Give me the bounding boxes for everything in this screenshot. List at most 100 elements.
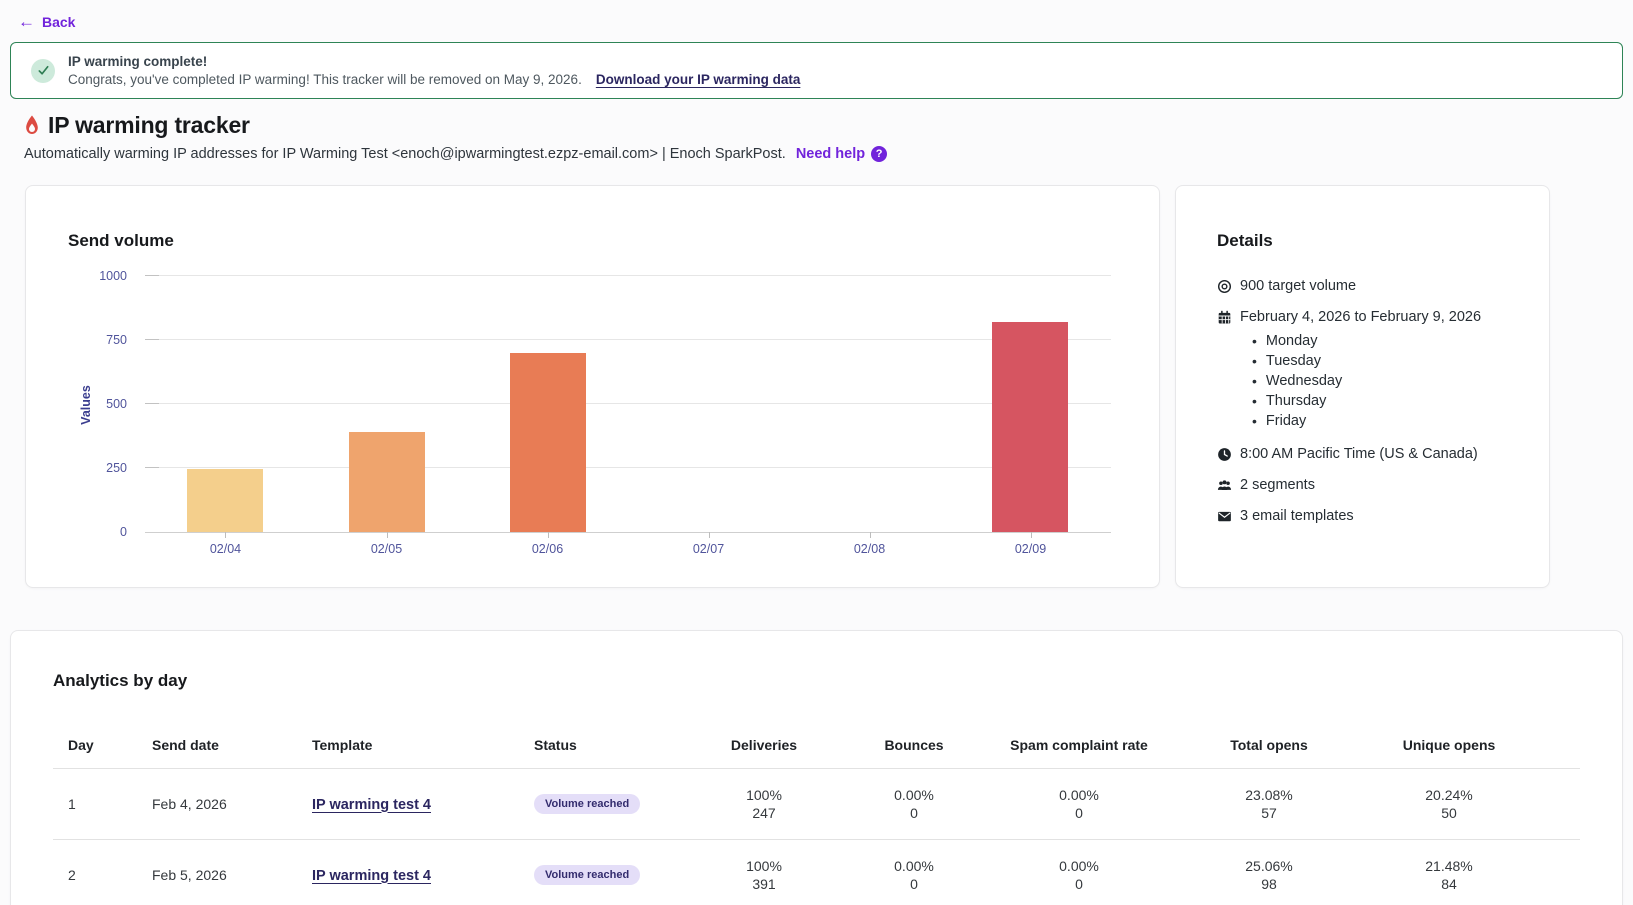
x-axis-tick [1031, 532, 1032, 538]
template-link[interactable]: IP warming test 4 [312, 797, 431, 813]
details-sublist-item: •Thursday [1240, 391, 1481, 411]
bullet-icon: • [1252, 351, 1257, 371]
metric-cell: 23.08%57 [1174, 786, 1364, 822]
details-item: 900 target volume [1217, 278, 1521, 294]
column-header: Total opens [1174, 737, 1364, 753]
back-arrow-icon: ← [18, 13, 35, 30]
need-help-link[interactable]: Need help [796, 146, 865, 162]
column-header: Bounces [844, 737, 984, 753]
details-sublist-item: • Tuesday [1240, 351, 1481, 371]
x-tick-label: 02/09 [999, 542, 1063, 556]
x-tick-label: 02/07 [677, 542, 741, 556]
help-question-icon[interactable]: ? [871, 146, 887, 162]
metric-cell: 20.24%50 [1364, 786, 1534, 822]
column-header: Template [312, 737, 534, 753]
bullet-icon: • [1252, 391, 1257, 411]
x-axis-tick [548, 532, 549, 538]
chart-plot: Values 0250500750100002/0402/0502/0602/0… [145, 277, 1111, 533]
metric-percent: 0.00% [844, 857, 984, 875]
metric-percent: 0.00% [984, 857, 1174, 875]
metric-count: 98 [1174, 875, 1364, 893]
clock-icon [1217, 447, 1232, 462]
y-tick-label: 250 [83, 461, 127, 475]
bullet-icon: • [1252, 331, 1257, 351]
download-data-link[interactable]: Download your IP warming data [596, 72, 801, 87]
metric-cell: 0.00%0 [844, 786, 984, 822]
metric-cell: 0.00%0 [984, 786, 1174, 822]
column-header: Day [68, 737, 152, 753]
back-link[interactable]: ← Back [18, 13, 75, 30]
metric-percent: 0.00% [984, 786, 1174, 804]
metric-count: 0 [984, 875, 1174, 893]
metric-cell: 0.00%0 [844, 857, 984, 893]
metric-cell: 100%247 [684, 786, 844, 822]
chart-gridline [145, 403, 1111, 404]
x-tick-label: 02/05 [355, 542, 419, 556]
column-header: Deliveries [684, 737, 844, 753]
analytics-title: Analytics by day [11, 631, 1622, 691]
y-tick-label: 1000 [83, 269, 127, 283]
send-volume-card: Send volume Values 0250500750100002/0402… [25, 185, 1160, 588]
metric-percent: 0.00% [844, 786, 984, 804]
details-item-label: February 4, 2026 to February 9, 2026 [1240, 309, 1481, 325]
x-axis-tick [870, 532, 871, 538]
details-sublist-item: •Wednesday [1240, 371, 1481, 391]
metric-count: 0 [844, 875, 984, 893]
table-header-row: DaySend dateTemplateStatusDeliveriesBoun… [53, 737, 1580, 769]
back-label: Back [42, 14, 75, 30]
banner-text: IP warming complete! Congrats, you've co… [68, 54, 800, 87]
template-link[interactable]: IP warming test 4 [312, 868, 431, 884]
day-cell: 1 [68, 796, 152, 812]
banner-title: IP warming complete! [68, 54, 800, 69]
x-axis-tick [709, 532, 710, 538]
details-title: Details [1176, 186, 1549, 251]
metric-percent: 25.06% [1174, 857, 1364, 875]
details-item-text: February 4, 2026 to February 9, 2026 • Mon… [1240, 309, 1481, 431]
metric-count: 84 [1364, 875, 1534, 893]
details-item-label: 2 segments [1240, 477, 1315, 493]
template-cell: IP warming test 4 [312, 796, 534, 813]
details-card: Details 900 target volume February 4, 202… [1175, 185, 1550, 588]
template-cell: IP warming test 4 [312, 867, 534, 884]
metric-cell: 100%391 [684, 857, 844, 893]
details-item-label: 8:00 AM Pacific Time (US & Canada) [1240, 446, 1478, 462]
status-cell: Volume reached [534, 794, 684, 814]
status-badge: Volume reached [534, 865, 640, 885]
metric-count: 57 [1174, 804, 1364, 822]
analytics-card: Analytics by day DaySend dateTemplateSta… [10, 630, 1623, 905]
send-date-cell: Feb 5, 2026 [152, 867, 312, 883]
success-banner: IP warming complete! Congrats, you've co… [10, 42, 1623, 99]
details-sublist-label: Monday [1266, 331, 1318, 351]
y-tick-label: 750 [83, 333, 127, 347]
status-cell: Volume reached [534, 865, 684, 885]
y-tick-label: 0 [83, 525, 127, 539]
chart-title: Send volume [26, 186, 1159, 251]
table-row: 2Feb 5, 2026IP warming test 4Volume reac… [53, 840, 1580, 905]
calendar-icon [1217, 310, 1232, 325]
x-tick-label: 02/04 [193, 542, 257, 556]
details-item-text: 900 target volume [1240, 278, 1356, 294]
flame-icon [24, 115, 40, 136]
page-header: IP warming tracker Automatically warming… [24, 112, 1324, 162]
banner-message: Congrats, you've completed IP warming! T… [68, 72, 582, 87]
send-date-cell: Feb 4, 2026 [152, 796, 312, 812]
details-item: February 4, 2026 to February 9, 2026 • Mon… [1217, 309, 1521, 431]
y-tick-label: 500 [83, 397, 127, 411]
metric-percent: 100% [684, 786, 844, 804]
page-subtitle: Automatically warming IP addresses for I… [24, 146, 786, 162]
chart-gridline [145, 339, 1111, 340]
details-item: 3 email templates [1217, 508, 1521, 524]
bullet-icon: • [1252, 411, 1257, 431]
chart-bar [510, 353, 586, 532]
details-item-text: 3 email templates [1240, 508, 1354, 524]
metric-count: 0 [984, 804, 1174, 822]
details-list: 900 target volume February 4, 2026 to Feb… [1176, 251, 1549, 524]
details-item: 2 segments [1217, 477, 1521, 493]
details-item: 8:00 AM Pacific Time (US & Canada) [1217, 446, 1521, 462]
details-sublist-label: Wednesday [1266, 371, 1342, 391]
details-sublist-label: Tuesday [1266, 351, 1321, 371]
metric-percent: 21.48% [1364, 857, 1534, 875]
details-sublist-item: • Monday [1240, 331, 1481, 351]
table-row: 1Feb 4, 2026IP warming test 4 Volume reac… [53, 769, 1580, 840]
chart-bar [187, 469, 263, 532]
